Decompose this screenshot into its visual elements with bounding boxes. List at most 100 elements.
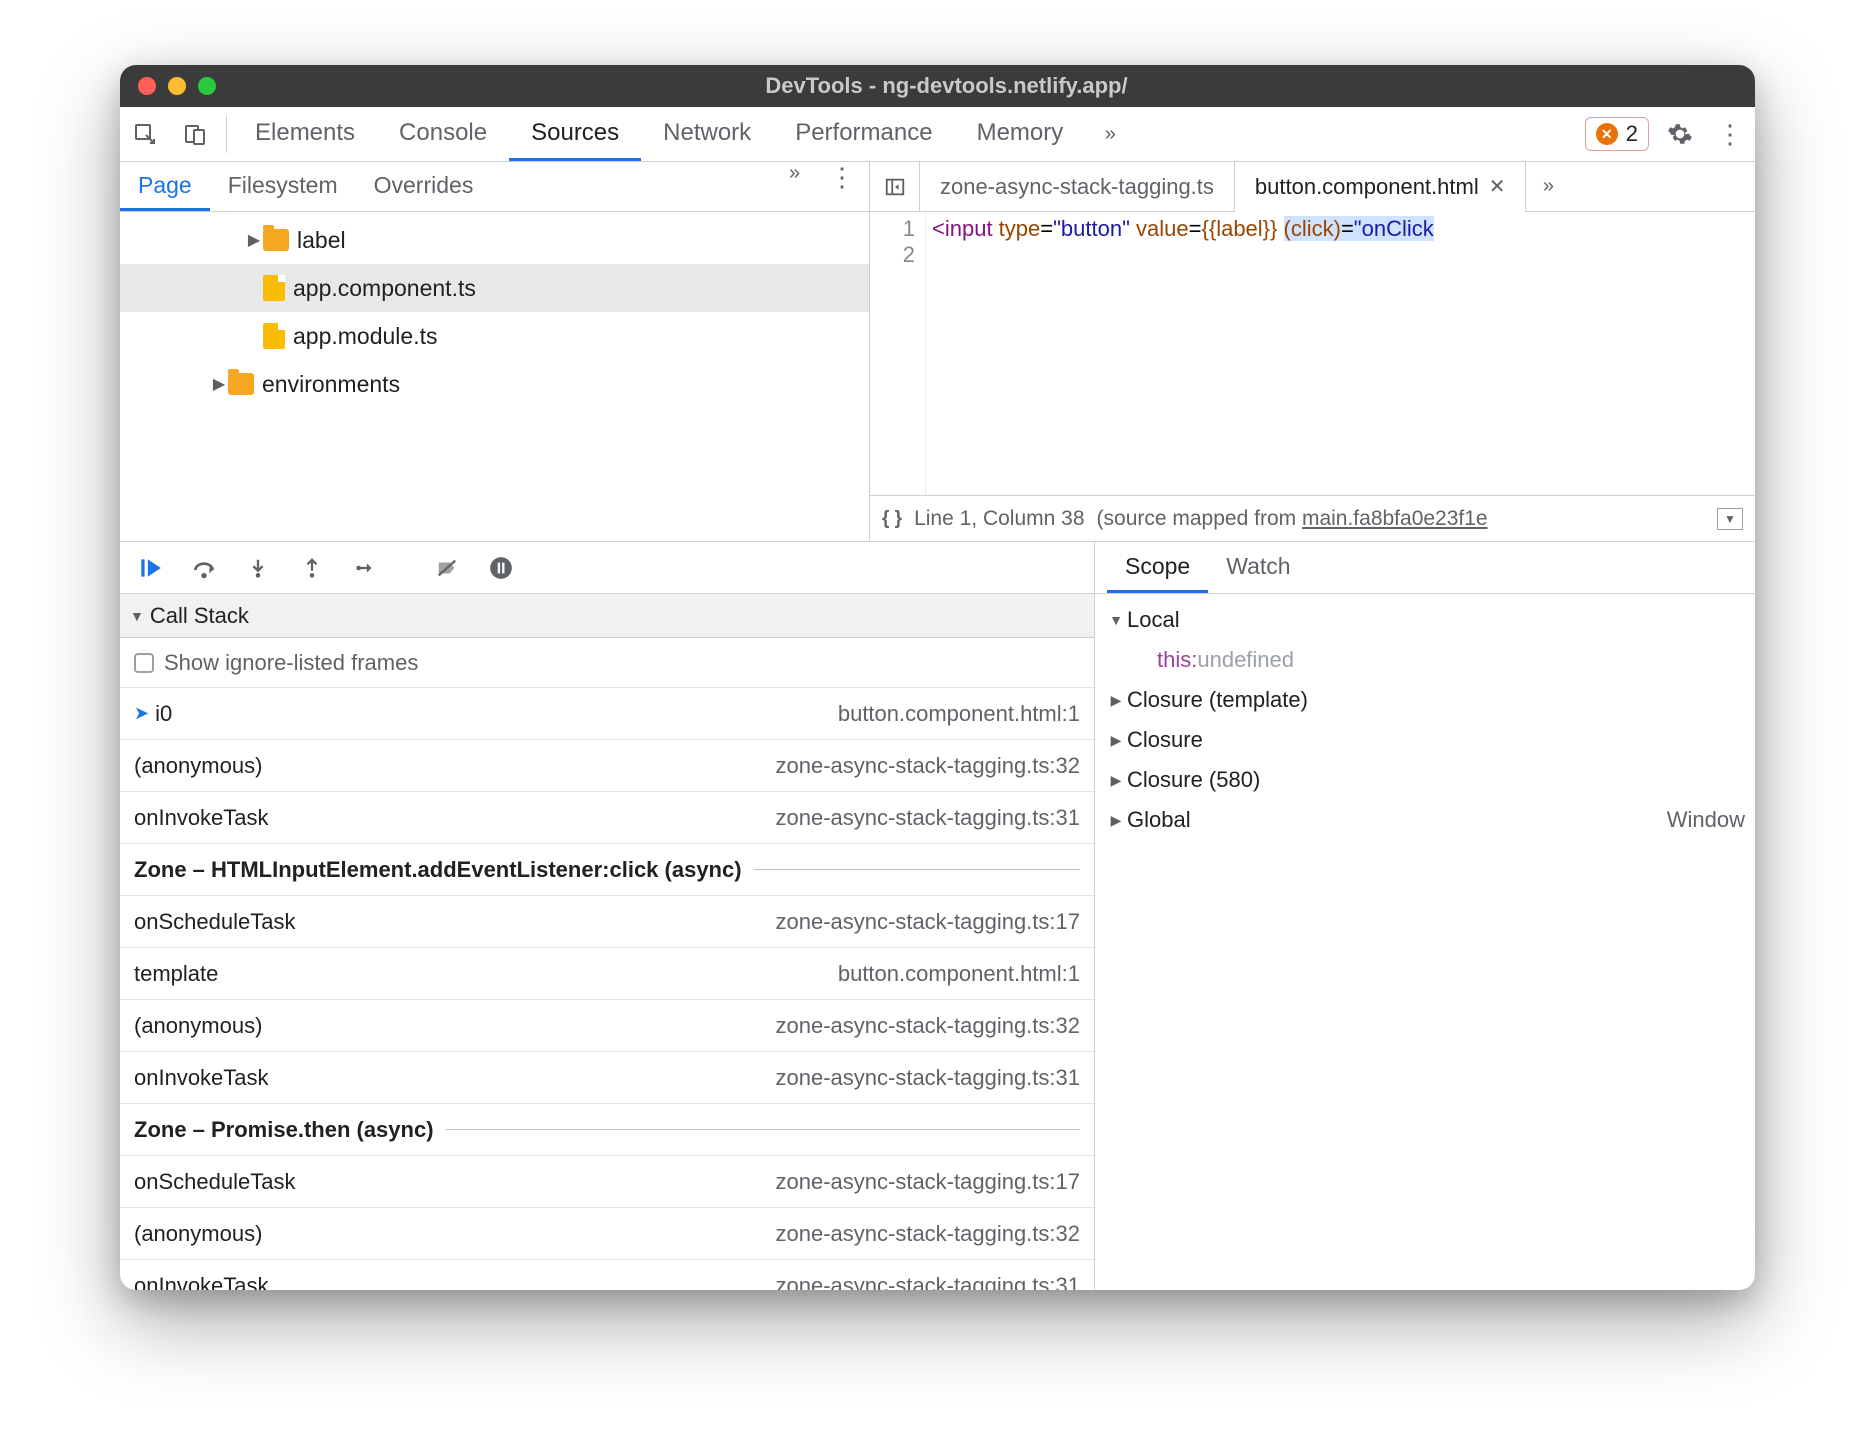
stack-frame[interactable]: onInvokeTask zone-async-stack-tagging.ts:… — [120, 1052, 1094, 1104]
resume-icon[interactable] — [134, 552, 166, 584]
stack-frame[interactable]: (anonymous) zone-async-stack-tagging.ts:3… — [120, 1208, 1094, 1260]
stack-frame[interactable]: template button.component.html:1 — [120, 948, 1094, 1000]
call-stack-header[interactable]: ▼ Call Stack — [120, 594, 1094, 638]
scope-label: Closure — [1127, 727, 1203, 753]
more-tabs-icon[interactable]: » — [1085, 107, 1135, 161]
main-tab-network[interactable]: Network — [641, 107, 773, 161]
main-tab-elements[interactable]: Elements — [233, 107, 377, 161]
frame-name: onInvokeTask — [134, 805, 269, 831]
navigator-tab-overrides[interactable]: Overrides — [356, 162, 492, 211]
settings-icon[interactable] — [1655, 107, 1705, 161]
step-icon[interactable] — [350, 552, 382, 584]
source-map-link[interactable]: main.fa8bfa0e23f1e — [1302, 507, 1488, 530]
show-ignore-listed-row[interactable]: Show ignore-listed frames — [120, 638, 1094, 688]
frame-name: onInvokeTask — [134, 1273, 269, 1291]
scope-tab-watch[interactable]: Watch — [1208, 542, 1308, 593]
scope-item[interactable]: ▶GlobalWindow — [1105, 800, 1745, 840]
inspect-icon[interactable] — [120, 107, 170, 161]
file-icon — [263, 323, 285, 349]
scope-item[interactable]: ▶Closure (template) — [1105, 680, 1745, 720]
close-window-button[interactable] — [138, 77, 156, 95]
main-tab-memory[interactable]: Memory — [955, 107, 1086, 161]
frame-name: onInvokeTask — [134, 1065, 269, 1091]
code-editor[interactable]: 1 2 <input type="button" value={{label}}… — [870, 212, 1755, 495]
frame-name: onScheduleTask — [134, 909, 295, 935]
frame-location: zone-async-stack-tagging.ts:31 — [776, 1065, 1081, 1091]
editor-tab-label: zone-async-stack-tagging.ts — [940, 174, 1214, 200]
editor-tabs: zone-async-stack-tagging.ts button.compon… — [870, 162, 1755, 212]
coverage-toggle-icon[interactable]: ▼ — [1717, 508, 1743, 530]
navigator-tab-filesystem[interactable]: Filesystem — [210, 162, 356, 211]
file-app-component-ts[interactable]: app.component.ts — [120, 264, 869, 312]
close-tab-icon[interactable]: ✕ — [1489, 174, 1506, 199]
frame-name: onScheduleTask — [134, 1169, 295, 1195]
minimize-window-button[interactable] — [168, 77, 186, 95]
main-tab-performance[interactable]: Performance — [773, 107, 954, 161]
scope-item[interactable]: ▶Closure (580) — [1105, 760, 1745, 800]
step-out-icon[interactable] — [296, 552, 328, 584]
disclosure-down-icon: ▼ — [130, 608, 144, 624]
frame-location: zone-async-stack-tagging.ts:31 — [776, 805, 1081, 831]
deactivate-breakpoints-icon[interactable] — [431, 552, 463, 584]
navigator-more-icon[interactable]: » — [789, 162, 829, 211]
device-toolbar-icon[interactable] — [170, 107, 220, 161]
cursor-position: Line 1, Column 38 — [914, 507, 1084, 531]
stack-frame[interactable]: (anonymous)zone-async-stack-tagging.ts:3… — [120, 740, 1094, 792]
current-frame-icon: ➤ — [134, 703, 149, 724]
scope-label: Global — [1127, 807, 1191, 833]
stack-frame[interactable]: (anonymous)zone-async-stack-tagging.ts:3… — [120, 1000, 1094, 1052]
folder-icon — [228, 373, 254, 395]
folder-environments[interactable]: ▶environments — [120, 360, 869, 408]
step-over-icon[interactable] — [188, 552, 220, 584]
stack-frame[interactable]: onScheduleTask zone-async-stack-tagging.t… — [120, 896, 1094, 948]
frame-location: zone-async-stack-tagging.ts:32 — [776, 1221, 1081, 1247]
scope-tabs: ScopeWatch — [1095, 542, 1755, 594]
scope-pane: ScopeWatch ▼Localthis: undefined▶Closure… — [1095, 542, 1755, 1290]
scope-label: this: — [1157, 647, 1197, 673]
scope-item[interactable]: this: undefined — [1105, 640, 1745, 680]
step-into-icon[interactable] — [242, 552, 274, 584]
titlebar: DevTools - ng-devtools.netlify.app/ — [120, 65, 1755, 107]
file-tree[interactable]: ▶labelapp.component.ts app.module.ts ▶envi… — [120, 212, 869, 541]
main-tab-console[interactable]: Console — [377, 107, 509, 161]
scope-item[interactable]: ▼Local — [1105, 600, 1745, 640]
navigator-tab-page[interactable]: Page — [120, 162, 210, 211]
frame-location: zone-async-stack-tagging.ts:17 — [776, 1169, 1081, 1195]
frame-location: button.component.html:1 — [838, 701, 1080, 727]
stack-frame[interactable]: ➤ i0 button.component.html:1 — [120, 688, 1094, 740]
stack-frame[interactable]: onInvokeTask zone-async-stack-tagging.ts:… — [120, 792, 1094, 844]
checkbox[interactable] — [134, 653, 154, 673]
scope-tree[interactable]: ▼Localthis: undefined▶Closure (template)… — [1095, 594, 1755, 1290]
frame-name: (anonymous) — [134, 1221, 262, 1247]
tree-label: environments — [262, 371, 400, 398]
stack-frame[interactable]: onInvokeTask zone-async-stack-tagging.ts:… — [120, 1260, 1094, 1290]
file-app-module-ts[interactable]: app.module.ts — [120, 312, 869, 360]
window-title: DevTools - ng-devtools.netlify.app/ — [216, 73, 1677, 99]
error-badge[interactable]: ✕ 2 — [1585, 117, 1649, 151]
frame-location: zone-async-stack-tagging.ts:31 — [776, 1273, 1081, 1291]
navigator-menu-icon[interactable]: ⋮ — [829, 162, 869, 211]
error-count: 2 — [1626, 121, 1638, 147]
main-tab-sources[interactable]: Sources — [509, 107, 641, 161]
pretty-print-icon[interactable]: { } — [882, 508, 902, 530]
frame-name: template — [134, 961, 218, 987]
tree-label: app.module.ts — [293, 323, 437, 350]
disclosure-icon: ▼ — [1105, 612, 1127, 628]
frame-location: zone-async-stack-tagging.ts:32 — [776, 753, 1081, 779]
pause-exceptions-icon[interactable] — [485, 552, 517, 584]
kebab-menu-icon[interactable]: ⋮ — [1705, 107, 1755, 161]
stack-frame[interactable]: onScheduleTask zone-async-stack-tagging.t… — [120, 1156, 1094, 1208]
maximize-window-button[interactable] — [198, 77, 216, 95]
more-editor-tabs-icon[interactable]: » — [1526, 162, 1570, 211]
tree-label: label — [297, 227, 346, 254]
scope-tab-scope[interactable]: Scope — [1107, 542, 1208, 593]
frame-location: button.component.html:1 — [838, 961, 1080, 987]
editor-tab[interactable]: zone-async-stack-tagging.ts — [920, 162, 1235, 211]
frame-name: i0 — [155, 701, 172, 727]
folder-label[interactable]: ▶label — [120, 216, 869, 264]
editor-tab[interactable]: button.component.html✕ — [1235, 162, 1527, 211]
toggle-navigator-icon[interactable] — [870, 162, 920, 211]
frame-location: zone-async-stack-tagging.ts:17 — [776, 909, 1081, 935]
disclosure-icon: ▶ — [1105, 692, 1127, 709]
scope-item[interactable]: ▶Closure — [1105, 720, 1745, 760]
